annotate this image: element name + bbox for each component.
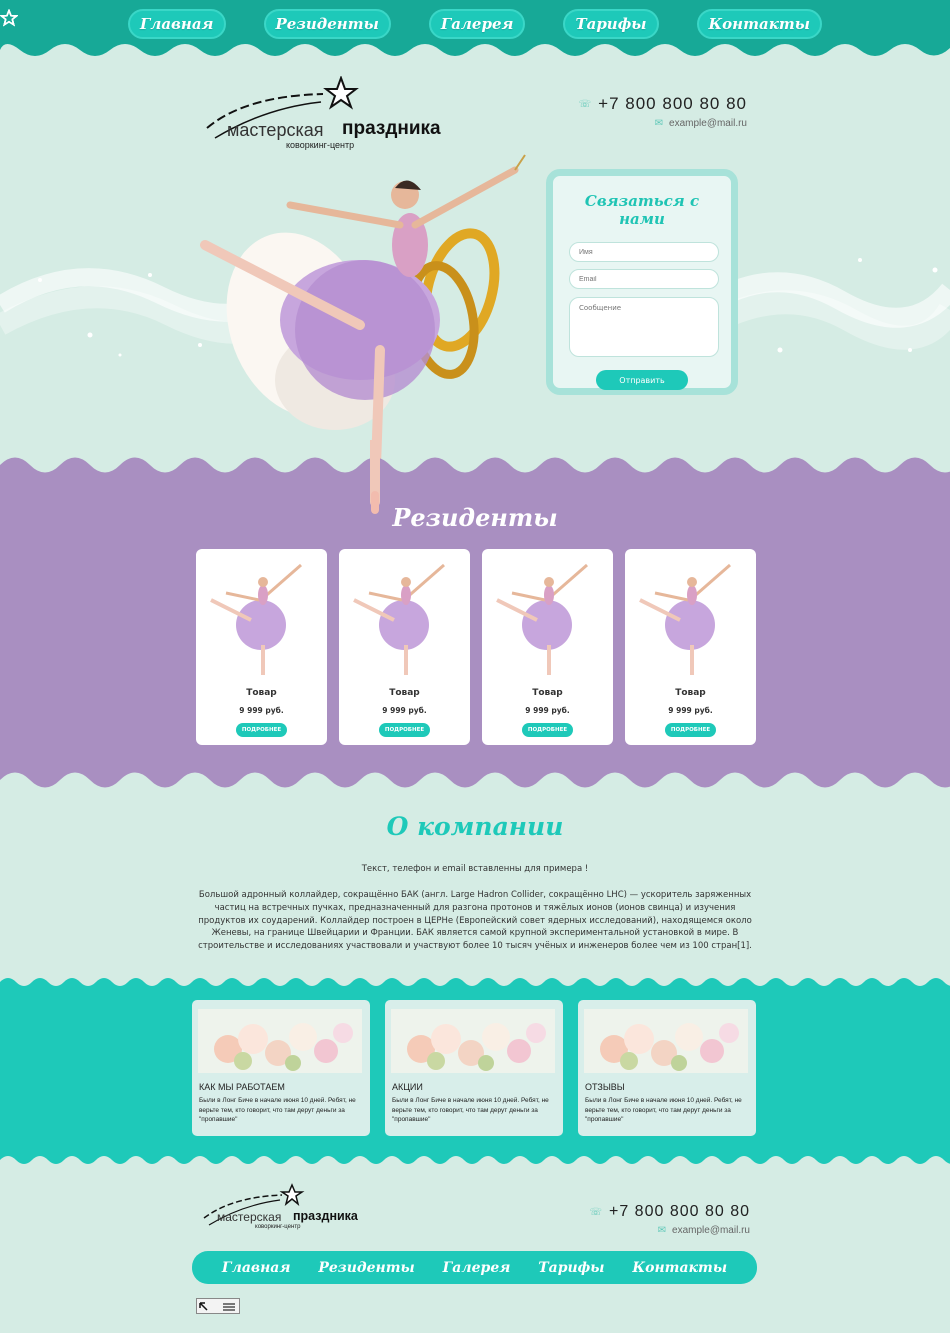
contact-form: Связаться с нами Отправить	[546, 169, 738, 395]
nav-item-residents[interactable]: Резиденты	[263, 9, 391, 39]
nav-item-gallery[interactable]: Галерея	[428, 9, 526, 39]
product-card[interactable]: Товар 9 999 руб. ПОДРОБНЕЕ	[339, 549, 470, 745]
counter-badge[interactable]	[196, 1298, 240, 1314]
info-card-title: ОТЗЫВЫ	[585, 1082, 625, 1092]
details-button[interactable]: ПОДРОБНЕЕ	[665, 723, 716, 737]
message-field[interactable]	[569, 297, 719, 357]
logo-word-prazdnika: праздника	[342, 118, 441, 139]
bouquet-image	[198, 1009, 362, 1073]
card-price: 9 999 руб.	[239, 706, 284, 715]
email-field[interactable]	[569, 269, 719, 289]
product-card[interactable]: Товар 9 999 руб. ПОДРОБНЕЕ	[196, 549, 327, 745]
ballerina-thumbnail	[210, 563, 302, 675]
card-name: Товар	[246, 688, 277, 698]
send-button[interactable]: Отправить	[596, 370, 688, 390]
logo-subtitle: коворкинг-центр	[286, 140, 355, 150]
residents-title: Резиденты	[392, 503, 558, 532]
phone-icon: ☏	[589, 1206, 603, 1218]
info-card-title: КАК МЫ РАБОТАЕМ	[199, 1082, 285, 1092]
card-name: Товар	[532, 688, 563, 698]
footer-logo[interactable]: мастерская праздника коворкинг-центр	[202, 1183, 358, 1239]
phone-number: +7 800 800 80 80	[598, 94, 747, 113]
header-contacts: ☏ +7 800 800 80 80 ✉ example@mail.ru	[579, 94, 747, 129]
logo-word-prazdnika: праздника	[293, 1209, 358, 1223]
star-icon	[0, 9, 563, 39]
logo-word-masterskaya: мастерская	[227, 120, 324, 140]
top-navigation-bar: Главная Резиденты Галерея Тарифы Контакт…	[0, 0, 950, 72]
form-title: Связаться с нами	[584, 192, 700, 228]
about-title: О компании	[386, 812, 564, 841]
ballerina-thumbnail	[353, 563, 445, 675]
footer-nav-gallery[interactable]: Галерея	[443, 1260, 511, 1276]
card-name: Товар	[675, 688, 706, 698]
email-row[interactable]: ✉ example@mail.ru	[579, 118, 747, 129]
product-card[interactable]: Товар 9 999 руб. ПОДРОБНЕЕ	[625, 549, 756, 745]
product-card[interactable]: Товар 9 999 руб. ПОДРОБНЕЕ	[482, 549, 613, 745]
logo-subtitle: коворкинг-центр	[255, 1224, 301, 1230]
star-icon	[0, 9, 429, 39]
card-price: 9 999 руб.	[382, 706, 427, 715]
mail-icon: ✉	[654, 118, 664, 129]
footer-nav-residents[interactable]: Резиденты	[318, 1260, 414, 1276]
email-row[interactable]: ✉ example@mail.ru	[589, 1225, 750, 1236]
phone-icon: ☏	[578, 98, 593, 110]
residents-cards: Товар 9 999 руб. ПОДРОБНЕЕ Товар 9 999 р…	[196, 549, 756, 745]
details-button[interactable]: ПОДРОБНЕЕ	[522, 723, 573, 737]
footer-nav-contacts[interactable]: Контакты	[632, 1260, 727, 1276]
details-button[interactable]: ПОДРОБНЕЕ	[379, 723, 430, 737]
email-address: example@mail.ru	[669, 118, 747, 129]
footer-nav: Главная Резиденты Галерея Тарифы Контакт…	[192, 1251, 757, 1284]
card-price: 9 999 руб.	[525, 706, 570, 715]
info-cards: КАК МЫ РАБОТАЕМ Были в Лонг Биче в начал…	[192, 1000, 756, 1136]
footer-nav-home[interactable]: Главная	[222, 1260, 291, 1276]
bouquet-image	[584, 1009, 748, 1073]
ballerina-thumbnail	[496, 563, 588, 675]
footer-nav-tariffs[interactable]: Тарифы	[538, 1260, 604, 1276]
details-button[interactable]: ПОДРОБНЕЕ	[236, 723, 287, 737]
info-card-text: Были в Лонг Биче в начале июня 10 дней. …	[392, 1097, 549, 1123]
info-card-title: АКЦИИ	[392, 1082, 423, 1092]
about-note: Текст, телефон и email вставленны для пр…	[361, 864, 589, 874]
about-text: Большой адронный коллайдер, сокращённо Б…	[198, 890, 752, 952]
info-card[interactable]: АКЦИИ Были в Лонг Биче в начале июня 10 …	[385, 1000, 563, 1136]
info-card[interactable]: КАК МЫ РАБОТАЕМ Были в Лонг Биче в начал…	[192, 1000, 370, 1136]
mail-icon: ✉	[657, 1225, 667, 1236]
ballerina-thumbnail	[639, 563, 731, 675]
main-nav: Главная Резиденты Галерея Тарифы Контакт…	[0, 9, 950, 39]
email-address: example@mail.ru	[672, 1225, 750, 1236]
site-logo[interactable]: мастерская праздника коворкинг-центр	[205, 76, 441, 156]
phone-row[interactable]: ☏ +7 800 800 80 80	[579, 94, 747, 114]
info-card-text: Были в Лонг Биче в начале июня 10 дней. …	[585, 1097, 742, 1123]
card-price: 9 999 руб.	[668, 706, 713, 715]
arrow-icon	[199, 1302, 235, 1311]
star-icon	[0, 9, 697, 39]
card-name: Товар	[389, 688, 420, 698]
footer-contacts: ☏ +7 800 800 80 80 ✉ example@mail.ru	[589, 1203, 750, 1236]
info-card[interactable]: ОТЗЫВЫ Были в Лонг Биче в начале июня 10…	[578, 1000, 756, 1136]
bouquet-image	[391, 1009, 555, 1073]
nav-item-home[interactable]: Главная	[128, 9, 226, 39]
logo-word-masterskaya: мастерская	[217, 1210, 282, 1224]
phone-row[interactable]: ☏ +7 800 800 80 80	[589, 1203, 750, 1221]
star-icon	[0, 9, 264, 39]
nav-item-tariffs[interactable]: Тарифы	[563, 9, 659, 39]
nav-item-contacts[interactable]: Контакты	[696, 9, 822, 39]
phone-number: +7 800 800 80 80	[608, 1203, 750, 1220]
name-field[interactable]	[569, 242, 719, 262]
info-card-text: Были в Лонг Биче в начале июня 10 дней. …	[199, 1097, 356, 1123]
